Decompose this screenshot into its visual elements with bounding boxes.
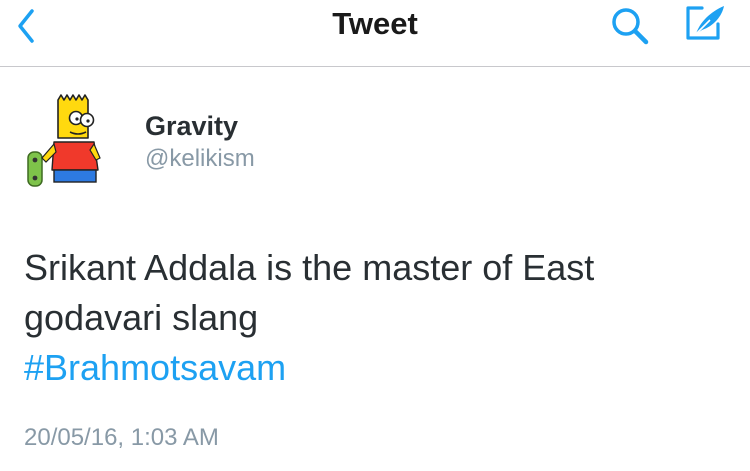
cartoon-avatar-icon xyxy=(27,94,101,187)
tweet-timestamp: 20/05/16, 1:03 AM xyxy=(24,424,219,451)
author-display-name[interactable]: Gravity xyxy=(145,110,238,142)
search-icon xyxy=(612,8,649,45)
tweet-text-line: Srikant Addala is the master of East xyxy=(24,247,595,288)
author-username[interactable]: @kelikism xyxy=(145,145,255,173)
hashtag-link[interactable]: #Brahmotsavam xyxy=(24,343,724,393)
compose-icon xyxy=(686,6,724,40)
tweet-body: Srikant Addala is the master of East god… xyxy=(24,243,724,393)
avatar[interactable] xyxy=(22,92,108,188)
navigation-bar: Tweet xyxy=(0,0,750,67)
chevron-left-icon xyxy=(18,9,34,43)
search-button[interactable] xyxy=(606,2,656,48)
back-button[interactable] xyxy=(12,6,56,46)
compose-button[interactable] xyxy=(680,0,732,46)
tweet-text-line: godavari slang xyxy=(24,297,259,338)
